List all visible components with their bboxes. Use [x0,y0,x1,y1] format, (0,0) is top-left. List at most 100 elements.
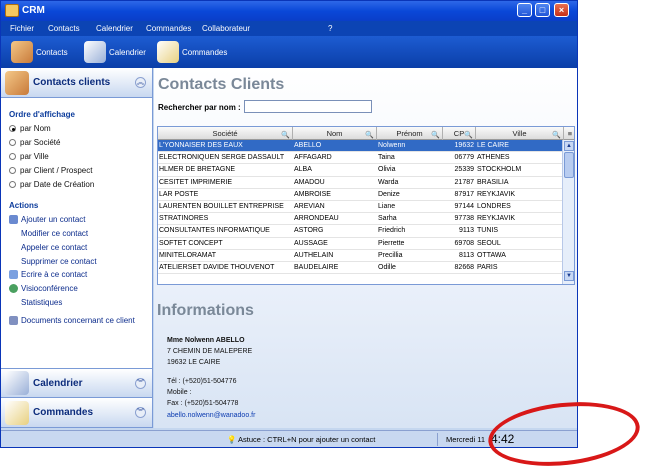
table-cell: 9113 [458,227,474,235]
contact-address-line2: 19632 LE CAIRE [167,359,221,366]
table-cell: SOFTET CONCEPT [159,239,223,247]
column-header-societe[interactable]: Société 🔍 [158,127,293,140]
close-button[interactable]: × [554,3,569,17]
table-cell: AREVIAN [294,203,325,210]
sidebar-header-calendrier[interactable]: Calendrier ︾ [1,368,152,398]
mail-icon [9,270,18,279]
app-icon [5,4,19,17]
action-write-contact[interactable]: Ecrire à ce contact [9,270,87,279]
table-row[interactable]: LAURENTEN BOUILLET ENTREPRISE AREVIAN Lian… [158,201,563,214]
toolbar-calendrier-button[interactable]: Calendrier [84,36,146,68]
toolbar-contacts-button[interactable]: Contacts [11,36,68,68]
menu-commandes[interactable]: Commandes [146,24,191,33]
radio-par-nom[interactable]: par Nom [9,124,51,133]
table-cell: Taina [378,154,395,162]
toolbar-commandes-button[interactable]: Commandes [157,36,227,68]
status-date: Mercredi 11 [446,435,486,444]
table-cell: Precillia [378,251,403,259]
contact-mobile: Mobile : [167,389,192,396]
radio-par-societe[interactable]: par Société [9,138,60,147]
radio-par-date-creation[interactable]: par Date de Création [9,180,94,189]
video-icon [9,284,18,293]
table-row[interactable]: SOFTET CONCEPT AUSSAGE Pierrette 69708 SEOUL [158,238,563,250]
minimize-button[interactable]: _ [517,3,532,17]
table-row[interactable]: STRATINORES ARRONDEAU Sarha 97738 REYKJAVIK [158,213,563,226]
radio-par-client-prospect[interactable]: par Client / Prospect [9,166,92,175]
sidebar-commandes-label: Commandes [33,407,94,418]
table-cell: Olivia [378,166,396,174]
action-edit-contact[interactable]: Modifier ce contact [21,229,88,238]
app-window: CRM _ □ × Fichier Contacts Calendrier Co… [0,0,578,448]
table-cell: Denize [378,190,400,198]
table-cell: LE CAIRE [477,142,509,149]
action-videoconference[interactable]: Visioconférence [9,284,78,293]
table-row[interactable]: HLMER DE BRETAGNE ALBA Olivia 25339 STOCKHOL… [158,164,563,177]
table-header: Société 🔍 Nom 🔍 Prénom 🔍 CP 🔍 Ville 🔍 ≡ [158,127,574,140]
actions-title: Actions [9,201,39,210]
add-contact-icon [9,215,18,224]
table-cell: OTTAWA [477,251,506,259]
table-cell: HLMER DE BRETAGNE [159,166,236,174]
table-row[interactable]: ELECTRONIQUEN SERGE DASSAULT AFFAGARD Tain… [158,152,563,165]
table-row[interactable]: L'YONNAISER DES EAUX ABELLO Nolwenn 19632 LE… [158,140,563,153]
menu-collaborateur[interactable]: Collaborateur [202,24,250,33]
expand-icon[interactable]: ︾ [135,378,146,389]
sidebar-header-commandes[interactable]: Commandes ︾ [1,398,152,428]
search-input[interactable] [244,100,372,113]
radio-par-ville[interactable]: par Ville [9,152,49,161]
contact-fax: Fax : (+520)51-504778 [167,400,239,407]
table-row[interactable]: CONSULTANTES INFORMATIQUE ASTORG Friedrich… [158,225,563,238]
orders-icon [157,41,179,63]
contact-address-line1: 7 CHEMIN DE MALEPERE [167,348,253,355]
maximize-button[interactable]: □ [535,3,550,17]
menu-fichier[interactable]: Fichier [10,24,34,33]
vertical-scrollbar[interactable]: ▲ ▼ [562,140,574,284]
column-header-nom[interactable]: Nom 🔍 [293,127,377,140]
table-cell: AMADOU [294,178,325,186]
table-cell: ELECTRONIQUEN SERGE DASSAULT [159,154,285,162]
table-row[interactable]: ATELIERSET DAVIDE THOUVENOT BAUDELAIRE Odi… [158,262,563,275]
contact-email[interactable]: abello.nolwenn@wanadoo.fr [167,412,255,419]
table-cell: PARIS [477,264,498,271]
menu-calendrier[interactable]: Calendrier [96,24,133,33]
scroll-thumb[interactable] [564,152,574,178]
table-cell: CONSULTANTES INFORMATIQUE [159,227,270,235]
table-cell: STRATINORES [159,215,209,223]
table-menu-icon[interactable]: ≡ [564,127,574,140]
display-order-title: Ordre d'affichage [9,110,75,119]
column-header-cp[interactable]: CP 🔍 [443,127,476,140]
sidebar-header-contacts[interactable]: Contacts clients ︽ [1,68,152,98]
menu-contacts[interactable]: Contacts [48,24,80,33]
table-cell: BAUDELAIRE [294,264,339,271]
table-cell: Odille [378,264,396,271]
table-row[interactable]: MINITELORAMAT AUTHELAIN Precillia 8113 OTTAW… [158,250,563,262]
table-cell: TUNIS [477,227,498,235]
column-header-prenom[interactable]: Prénom 🔍 [377,127,443,140]
expand-icon[interactable]: ︾ [135,407,146,418]
table-row[interactable]: CESITET IMPRIMERIE AMADOU Warda 21787 BRASIL… [158,177,563,189]
table-cell: Nolwenn [378,142,406,149]
action-call-contact[interactable]: Appeler ce contact [21,243,87,252]
info-title: Informations [157,302,254,319]
document-icon [9,316,18,325]
menu-help[interactable]: ? [328,24,332,33]
table-cell: 25339 [454,166,474,174]
action-delete-contact[interactable]: Supprimer ce contact [21,257,97,266]
table-cell: ARRONDEAU [294,215,339,223]
scroll-up-icon[interactable]: ▲ [564,141,574,151]
toolbar-calendrier-label: Calendrier [109,47,146,57]
table-cell: 69708 [454,239,474,247]
column-header-ville[interactable]: Ville 🔍 [476,127,564,140]
action-statistics[interactable]: Statistiques [21,298,62,307]
table-cell: 87917 [454,190,474,198]
action-add-contact[interactable]: Ajouter un contact [9,215,85,224]
action-documents[interactable]: Documents concernant ce client [9,316,135,325]
contacts-icon [5,70,29,95]
scroll-down-icon[interactable]: ▼ [564,271,574,281]
collapse-icon[interactable]: ︽ [135,77,146,88]
table-cell: 97738 [454,215,474,223]
table-cell: 21787 [454,178,474,186]
table-cell: LAR POSTE [159,190,199,198]
table-cell: AMBROISE [294,190,331,198]
table-row[interactable]: LAR POSTE AMBROISE Denize 87917 REYKJAVIK [158,189,563,201]
